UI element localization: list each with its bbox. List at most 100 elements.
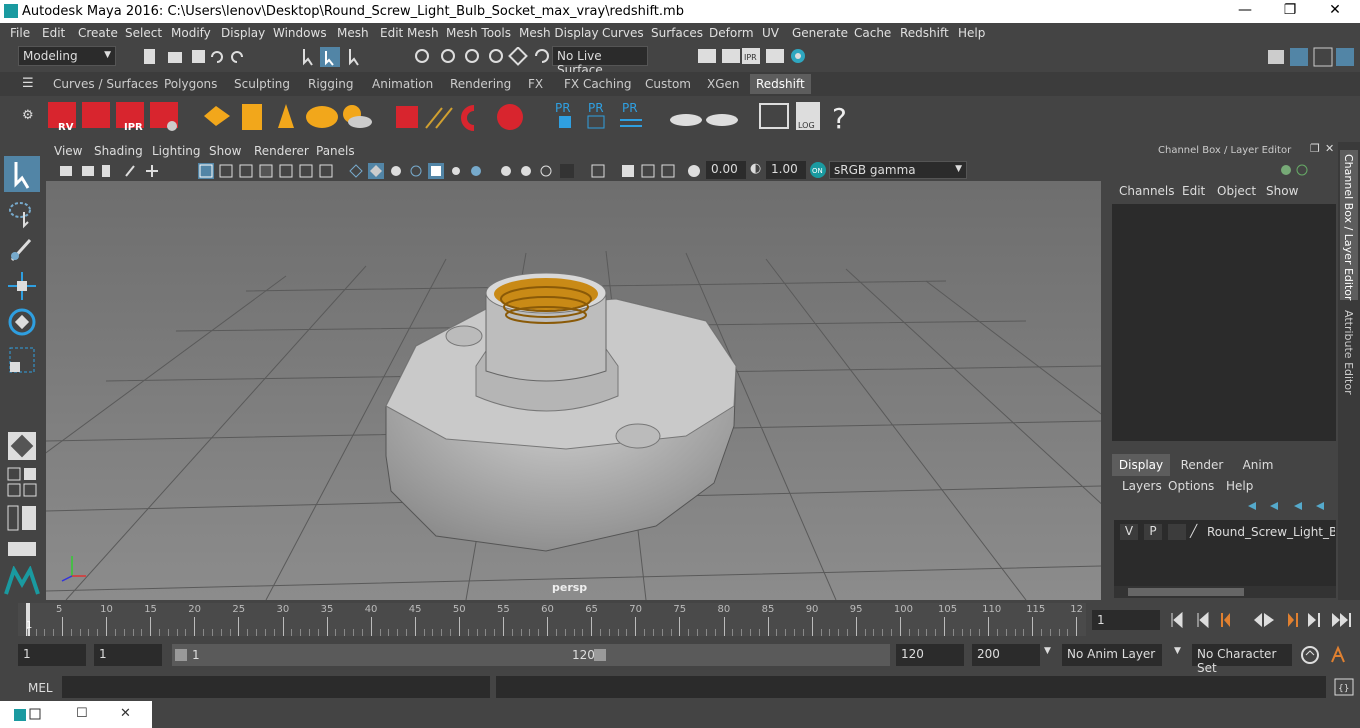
layer-color-icon[interactable]: ╱ xyxy=(1190,524,1204,540)
menu-help[interactable]: Help xyxy=(958,26,985,40)
tab-render[interactable]: Render xyxy=(1174,458,1230,472)
paint-select-icon[interactable] xyxy=(6,234,38,266)
anim-prefs-icons[interactable] xyxy=(1298,644,1358,666)
vp-menu-lighting[interactable]: Lighting xyxy=(152,144,201,158)
menu-generate[interactable]: Generate xyxy=(792,26,848,40)
layer-scrollbar[interactable] xyxy=(1114,586,1336,598)
script-editor-icon[interactable]: {} xyxy=(1334,678,1354,696)
snap-icons[interactable] xyxy=(412,47,552,67)
menu-mesh-tools[interactable]: Mesh Tools xyxy=(446,26,511,40)
channel-box-tools-icon[interactable] xyxy=(1278,162,1318,178)
live-surface-field[interactable]: No Live Surface xyxy=(552,46,648,77)
command-input[interactable] xyxy=(62,676,490,698)
channel-show-menu[interactable]: Show xyxy=(1266,184,1298,198)
tab-fx[interactable]: FX xyxy=(522,74,549,94)
playback-start-field[interactable]: 1 xyxy=(94,644,162,666)
gamma-field[interactable]: 1.00 xyxy=(766,161,806,179)
tab-curves-surfaces[interactable]: Curves / Surfaces xyxy=(47,74,164,94)
chevron-down-icon[interactable]: ▼ xyxy=(1174,646,1181,656)
scene-end-field[interactable]: 200 xyxy=(972,644,1040,666)
layer-row[interactable]: V P ╱ Round_Screw_Light_Bulb xyxy=(1118,524,1336,542)
minimized-window[interactable]: ☐ ✕ xyxy=(0,701,152,728)
selection-mask-icons[interactable] xyxy=(298,47,368,67)
vp-menu-shading[interactable]: Shading xyxy=(94,144,143,158)
maya-logo-icon[interactable] xyxy=(4,566,40,596)
maximize-button[interactable]: ❐ xyxy=(1275,2,1305,20)
attribute-editor-side-tab[interactable]: Attribute Editor xyxy=(1340,306,1358,396)
perspective-viewport[interactable]: persp xyxy=(46,181,1101,600)
exposure-field[interactable]: 0.00 xyxy=(706,161,746,179)
menu-redshift[interactable]: Redshift xyxy=(900,26,949,40)
close-button[interactable]: ✕ xyxy=(1320,2,1350,20)
help-menu[interactable]: Help xyxy=(1226,479,1253,493)
range-end-handle[interactable] xyxy=(594,649,606,661)
single-pane-layout-icon[interactable] xyxy=(6,430,38,462)
outliner-layout-icon[interactable] xyxy=(6,502,38,534)
tab-xgen[interactable]: XGen xyxy=(701,74,746,94)
lasso-tool-icon[interactable] xyxy=(6,198,38,230)
range-slider-track[interactable] xyxy=(610,644,890,666)
menu-deform[interactable]: Deform xyxy=(709,26,754,40)
current-frame-field[interactable]: 1 xyxy=(1092,610,1160,630)
viewport-toolbar-icons[interactable] xyxy=(54,162,704,180)
menu-windows[interactable]: Windows xyxy=(273,26,327,40)
scale-tool-icon[interactable] xyxy=(6,344,38,376)
options-menu[interactable]: Options xyxy=(1168,479,1214,493)
float-panel-icon[interactable]: ❐ xyxy=(1310,142,1320,155)
rotate-tool-icon[interactable] xyxy=(6,306,38,338)
menu-file[interactable]: File xyxy=(10,26,30,40)
anim-layer-dropdown[interactable]: No Anim Layer xyxy=(1062,644,1162,666)
range-slider[interactable]: 1 120 xyxy=(172,644,610,666)
gear-icon[interactable]: ⚙ xyxy=(22,108,34,123)
mel-label[interactable]: MEL xyxy=(28,681,53,695)
tab-polygons[interactable]: Polygons xyxy=(158,74,223,94)
timeline-track[interactable]: 1 5 10 15 20 25 30 35 40 45 50 55 60 65 70 75 80 85 90 95 1… xyxy=(18,603,1086,636)
minimize-button[interactable]: — xyxy=(1230,2,1260,20)
menu-edit[interactable]: Edit xyxy=(42,26,65,40)
playback-end-field[interactable]: 120 xyxy=(896,644,964,666)
layer-playback-toggle[interactable]: P xyxy=(1144,524,1162,540)
channels-menu[interactable]: Channels xyxy=(1119,184,1175,198)
tab-redshift[interactable]: Redshift xyxy=(750,74,811,94)
layer-type-toggle[interactable] xyxy=(1168,524,1186,540)
chevron-down-icon[interactable]: ▼ xyxy=(1044,646,1051,656)
menu-surfaces[interactable]: Surfaces xyxy=(651,26,703,40)
menu-display[interactable]: Display xyxy=(221,26,265,40)
tab-fx-caching[interactable]: FX Caching xyxy=(558,74,637,94)
tab-rendering[interactable]: Rendering xyxy=(444,74,517,94)
tab-custom[interactable]: Custom xyxy=(639,74,697,94)
menu-uv[interactable]: UV xyxy=(762,26,779,40)
time-slider[interactable]: 1 5 10 15 20 25 30 35 40 45 50 55 60 65 70 75 80 85 90 95 1… xyxy=(0,603,1360,638)
menu-select[interactable]: Select xyxy=(125,26,162,40)
menu-edit-mesh[interactable]: Edit Mesh xyxy=(380,26,439,40)
redshift-light-icons[interactable] xyxy=(200,100,375,134)
workspace-layout-icons[interactable] xyxy=(1266,46,1356,68)
tab-rigging[interactable]: Rigging xyxy=(302,74,359,94)
move-tool-icon[interactable] xyxy=(6,270,38,302)
maya-restore-icon[interactable] xyxy=(14,707,42,723)
tab-animation[interactable]: Animation xyxy=(366,74,439,94)
range-start-handle[interactable] xyxy=(175,649,187,661)
layer-tools-icons[interactable] xyxy=(1242,498,1332,514)
redshift-pr-icons[interactable]: PR PR PR xyxy=(550,98,650,134)
layer-visibility-toggle[interactable]: V xyxy=(1120,524,1138,540)
tab-sculpting[interactable]: Sculpting xyxy=(228,74,296,94)
mode-dropdown[interactable]: Modeling ▼ xyxy=(18,46,116,66)
redshift-cube-icons[interactable]: RV IPR xyxy=(44,98,184,134)
menu-modify[interactable]: Modify xyxy=(171,26,211,40)
vp-menu-panels[interactable]: Panels xyxy=(316,144,355,158)
character-set-dropdown[interactable]: No Character Set xyxy=(1192,644,1292,675)
channel-list[interactable] xyxy=(1112,204,1336,441)
layers-menu[interactable]: Layers xyxy=(1122,479,1162,493)
file-tools-icons[interactable] xyxy=(140,47,252,67)
scene-start-field[interactable]: 1 xyxy=(18,644,86,666)
channel-object-menu[interactable]: Object xyxy=(1217,184,1256,198)
layer-name[interactable]: Round_Screw_Light_Bulb xyxy=(1207,525,1335,539)
tab-display[interactable]: Display xyxy=(1112,454,1170,476)
menu-curves[interactable]: Curves xyxy=(602,26,644,40)
channel-edit-menu[interactable]: Edit xyxy=(1182,184,1205,198)
maximize-icon[interactable]: ☐ xyxy=(76,706,88,721)
color-management-icon[interactable]: ON xyxy=(808,161,828,179)
render-icons[interactable]: IPR xyxy=(696,46,811,68)
vp-menu-renderer[interactable]: Renderer xyxy=(254,144,309,158)
